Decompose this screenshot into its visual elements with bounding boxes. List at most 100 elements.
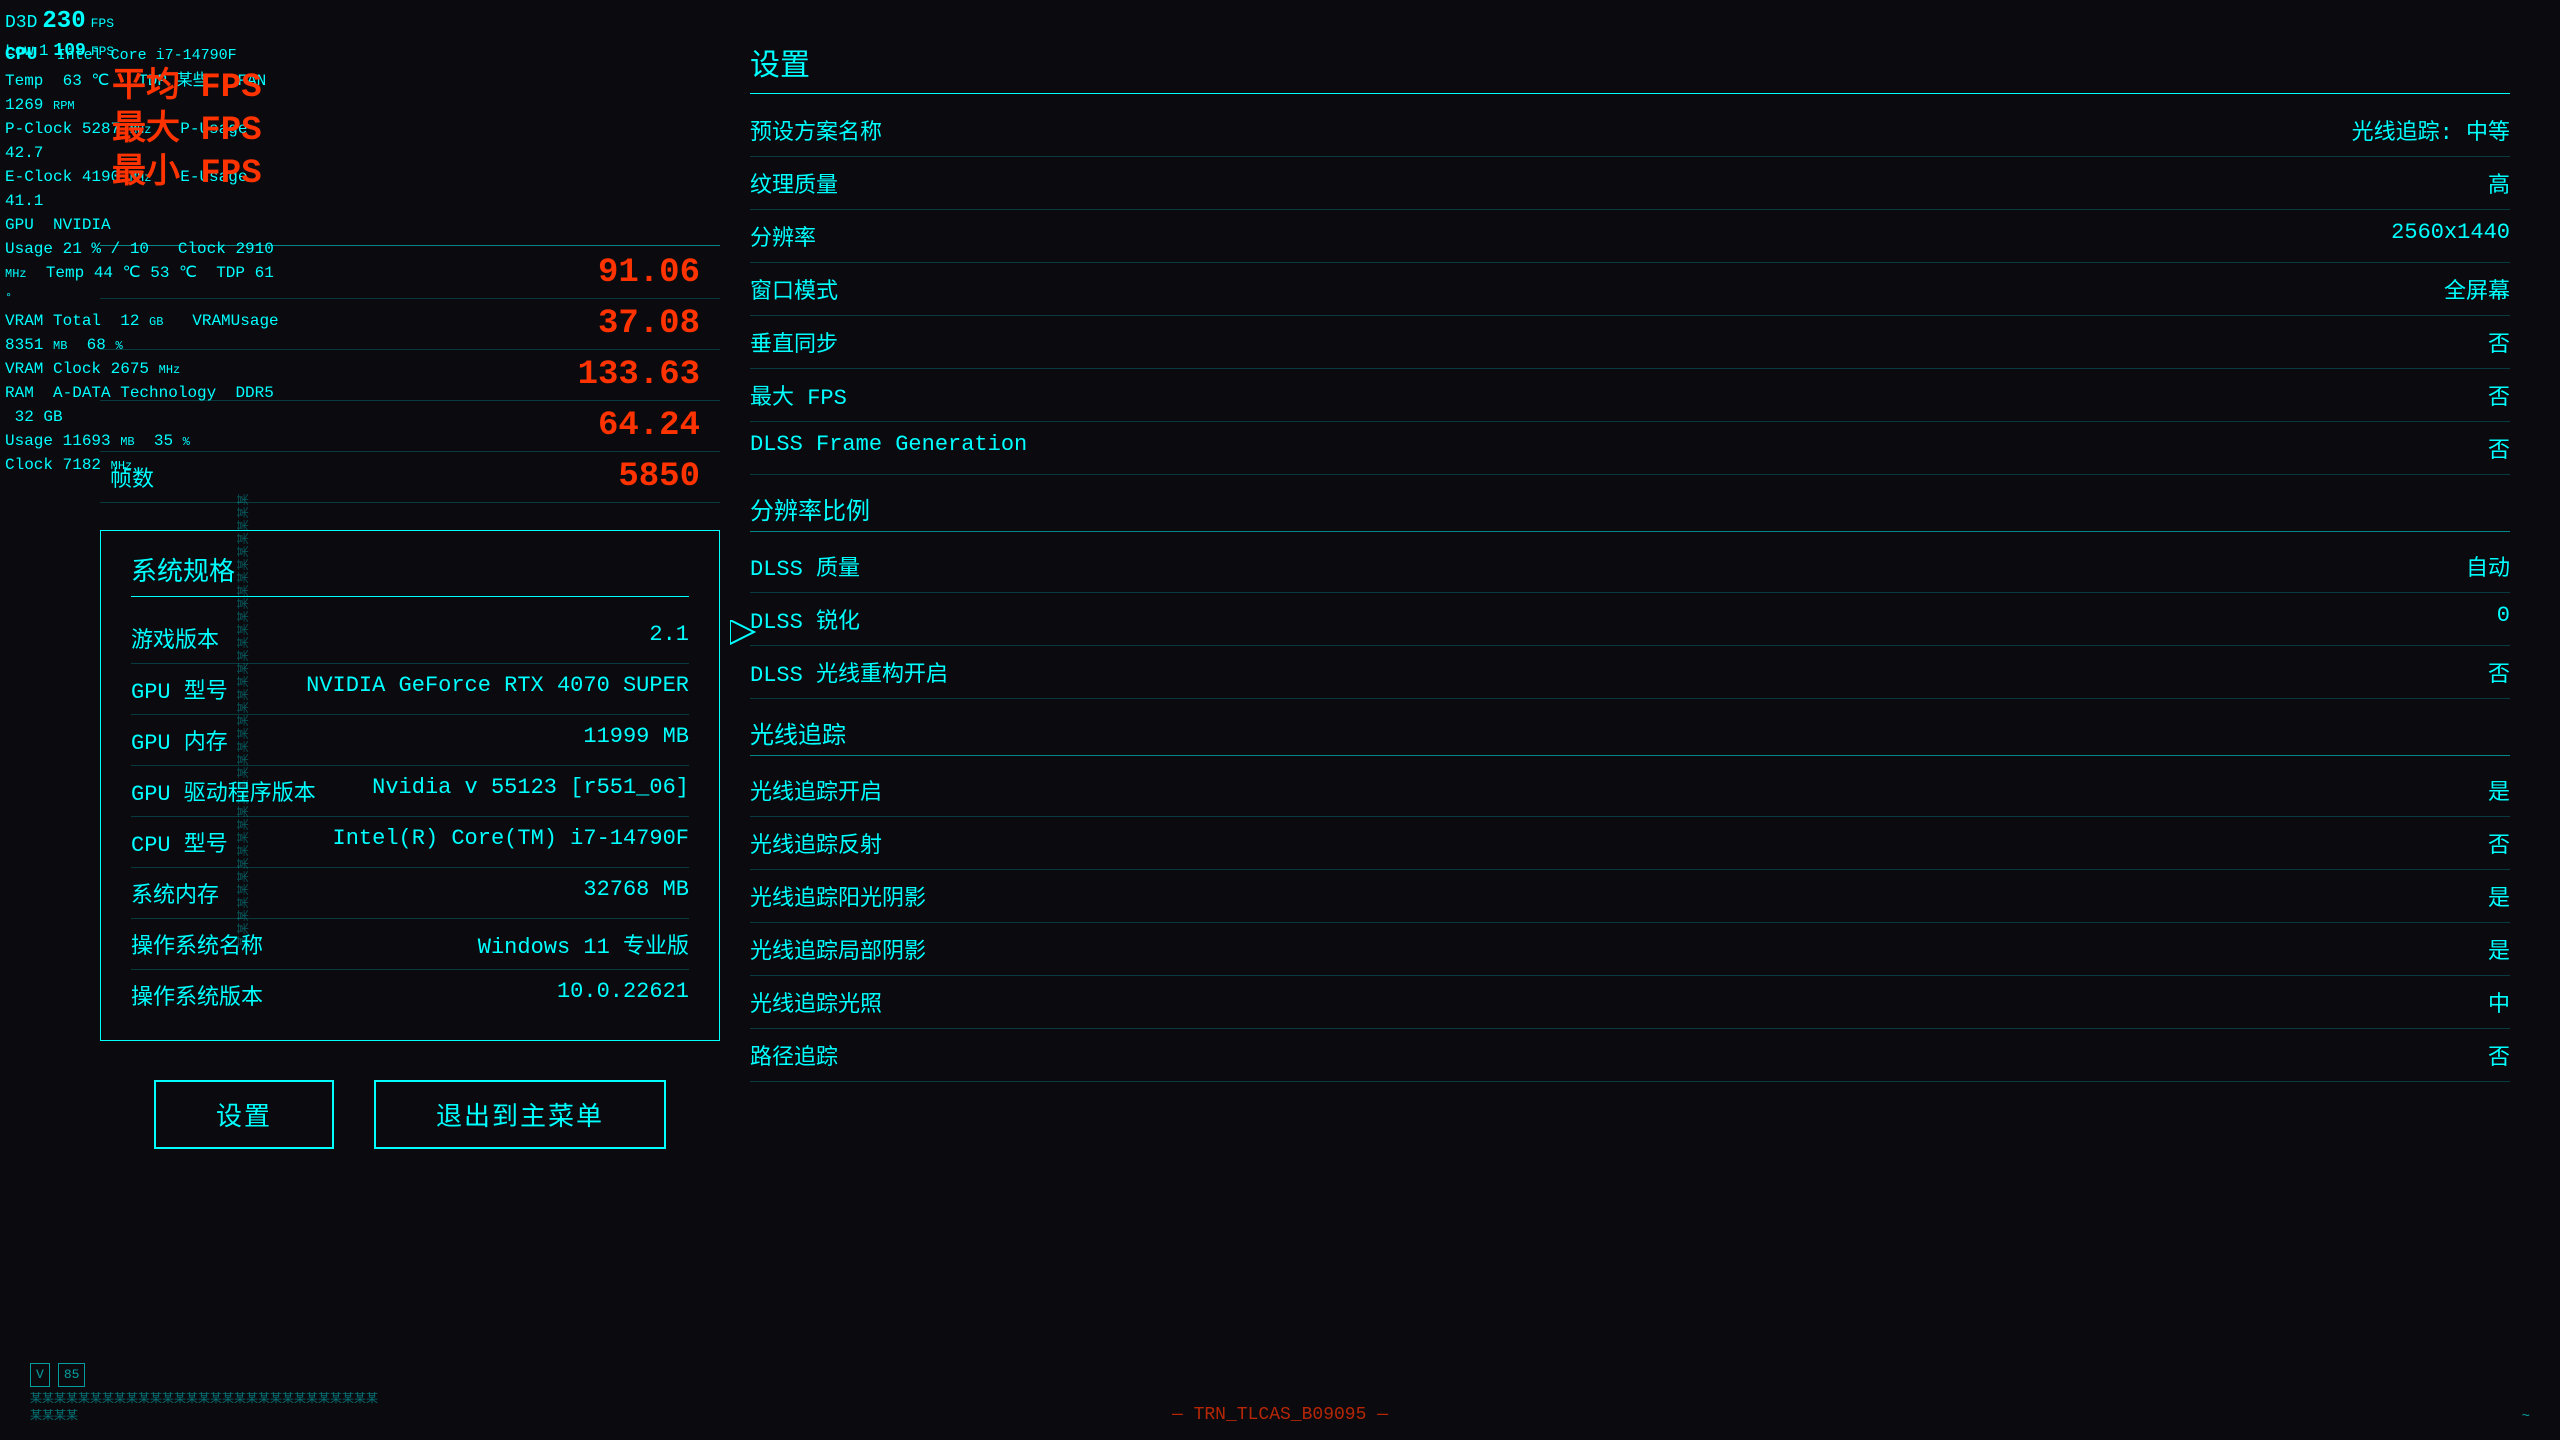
spec-value: Intel(R) Core(TM) i7-14790F [333,826,689,858]
version-info: V 85 某某某某某某某某某某某某某某某某某某某某某某某某某某某某某某某某某 [30,1363,380,1425]
gpu-brand: NVIDIA [53,216,111,234]
preset-label: 预设方案名称 [750,114,882,146]
min-fps-label: 最小 FPS [112,154,262,195]
vsync-label: 垂直同步 [750,326,838,358]
system-specs-panel: 系统规格 游戏版本 2.1 GPU 型号 NVIDIA GeForce RTX … [100,530,720,1041]
fan-value: 1269 [5,96,43,114]
settings-row-texture: 纹理质量 高 [750,157,2510,210]
settings-row-preset: 预设方案名称 光线追踪: 中等 [750,104,2510,157]
temp-unit: ℃ [91,72,109,90]
settings-row-dlss-q: DLSS 质量 自动 [750,540,2510,593]
path-value: 否 [2488,1039,2510,1071]
ram-line: RAM A-DATA Technology DDR5 32 GB [5,381,285,429]
spec-value: 32768 MB [583,877,689,909]
spec-row-os-version: 操作系统版本 10.0.22621 [131,970,689,1020]
dlss-rr-label: DLSS 光线重构开启 [750,656,948,688]
gpu-usage-value: 21 [63,240,82,258]
settings-row-rt-ref: 光线追踪反射 否 [750,817,2510,870]
ram-usage-line: Usage 11693 MB 35 % [5,429,285,453]
spec-row-os-name: 操作系统名称 Windows 11 专业版 [131,919,689,970]
gpu-line: GPU NVIDIA [5,213,285,237]
texture-label: 纹理质量 [750,167,838,199]
button-row: 设置 退出到主菜单 [100,1080,720,1149]
gpu-clock-value: 2910 [235,240,273,258]
d3d-fps-value: 230 [42,5,85,39]
spec-label: GPU 内存 [131,724,228,756]
vram-clock-line: VRAM Clock 2675 MHz [5,357,285,381]
settings-row-vsync: 垂直同步 否 [750,316,2510,369]
spec-value: 10.0.22621 [557,979,689,1011]
pct1-fps-value: 64.24 [598,407,720,445]
settings-row-rt-on: 光线追踪开启 是 [750,764,2510,817]
bottom-watermark: — TRN_TLCAS_B09095 — [1172,1405,1388,1425]
spec-label: 操作系统版本 [131,979,263,1011]
avg-fps-label: 平均 FPS [112,68,262,109]
dlss-q-label: DLSS 质量 [750,550,860,582]
rt-sun-value: 是 [2488,880,2510,912]
specs-title: 系统规格 [131,551,689,597]
settings-row-path: 路径追踪 否 [750,1029,2510,1082]
settings-row-window: 窗口模式 全屏幕 [750,263,2510,316]
low-label: Low [5,40,34,62]
spec-value: NVIDIA GeForce RTX 4070 SUPER [306,673,689,705]
spec-value: 11999 MB [583,724,689,756]
version-desc: 某某某某某某某某某某某某某某某某某某某某某某某某某某某某某某某某某 [30,1391,380,1425]
rt-ref-value: 否 [2488,827,2510,859]
settings-row-maxfps: 最大 FPS 否 [750,369,2510,422]
ram-clock-line: Clock 7182 MHz [5,453,285,477]
spec-row-gpu-model: GPU 型号 NVIDIA GeForce RTX 4070 SUPER [131,664,689,715]
cursor [730,620,760,655]
spec-row-gpu-driver: GPU 驱动程序版本 Nvidia v 55123 [r551_06] [131,766,689,817]
fps-unit: FPS [91,15,114,33]
exit-button[interactable]: 退出到主菜单 [374,1080,666,1149]
window-value: 全屏幕 [2444,273,2510,305]
resolution-ratio-title: 分辨率比例 [750,491,2510,532]
rt-on-value: 是 [2488,774,2510,806]
resolution-value: 2560x1440 [2391,220,2510,252]
resolution-ratio-section: 分辨率比例 DLSS 质量 自动 DLSS 锐化 0 DLSS 光线重构开启 否 [750,491,2510,699]
min-fps-value: 37.08 [598,305,720,343]
spec-label: 系统内存 [131,877,219,909]
bottom-right-text: ~ [2522,1409,2530,1425]
dlss-rr-value: 否 [2488,656,2510,688]
settings-row-rt-light: 光线追踪光照 中 [750,976,2510,1029]
spec-row-gpu-mem: GPU 内存 11999 MB [131,715,689,766]
rt-local-value: 是 [2488,933,2510,965]
eusage-value: 41.1 [5,192,43,210]
settings-title: 设置 [750,40,2510,94]
spec-row-cpu: CPU 型号 Intel(R) Core(TM) i7-14790F [131,817,689,868]
rt-light-label: 光线追踪光照 [750,986,882,1018]
dlss-fg-label: DLSS Frame Generation [750,432,1027,464]
max-fps-value: 133.63 [578,356,720,394]
window-label: 窗口模式 [750,273,838,305]
hud-container: D3D 230 FPS Low 1 109 FPS [5,5,114,64]
rt-sun-label: 光线追踪阳光阴影 [750,880,926,912]
low-value: 109 [53,39,85,64]
settings-panel: 设置 预设方案名称 光线追踪: 中等 纹理质量 高 分辨率 2560x1440 … [750,40,2510,1082]
settings-section-main: 预设方案名称 光线追踪: 中等 纹理质量 高 分辨率 2560x1440 窗口模… [750,104,2510,475]
settings-row-rt-local: 光线追踪局部阴影 是 [750,923,2510,976]
settings-row-dlss-sharp: DLSS 锐化 0 [750,593,2510,646]
version-num: 85 [58,1363,86,1387]
dlss-q-value: 自动 [2466,550,2510,582]
spec-label: CPU 型号 [131,826,228,858]
gpu-usage-line: Usage 21 % / 10 Clock 2910 MHz Temp 44 ℃… [5,237,285,309]
dlss-fg-value: 否 [2488,432,2510,464]
dlss-sharp-label: DLSS 锐化 [750,603,860,635]
preset-value: 光线追踪: 中等 [2352,114,2510,146]
low-unit: FPS [91,43,114,61]
vsync-value: 否 [2488,326,2510,358]
spec-label: 操作系统名称 [131,928,263,960]
max-fps-label: 最大 FPS [112,111,262,152]
vram-total-line: VRAM Total 12 GB VRAMUsage 8351 MB 68 % [5,309,285,357]
maxfps-label: 最大 FPS [750,379,847,411]
settings-row-resolution: 分辨率 2560x1440 [750,210,2510,263]
rt-on-label: 光线追踪开启 [750,774,882,806]
spec-value: Windows 11 专业版 [478,928,689,960]
settings-button[interactable]: 设置 [154,1080,334,1149]
settings-row-dlss-fg: DLSS Frame Generation 否 [750,422,2510,475]
ray-tracing-section: 光线追踪 光线追踪开启 是 光线追踪反射 否 光线追踪阳光阴影 是 光线追踪局部… [750,715,2510,1082]
dlss-sharp-value: 0 [2497,603,2510,635]
frame-value: 5850 [618,458,720,496]
rt-light-value: 中 [2488,986,2510,1018]
